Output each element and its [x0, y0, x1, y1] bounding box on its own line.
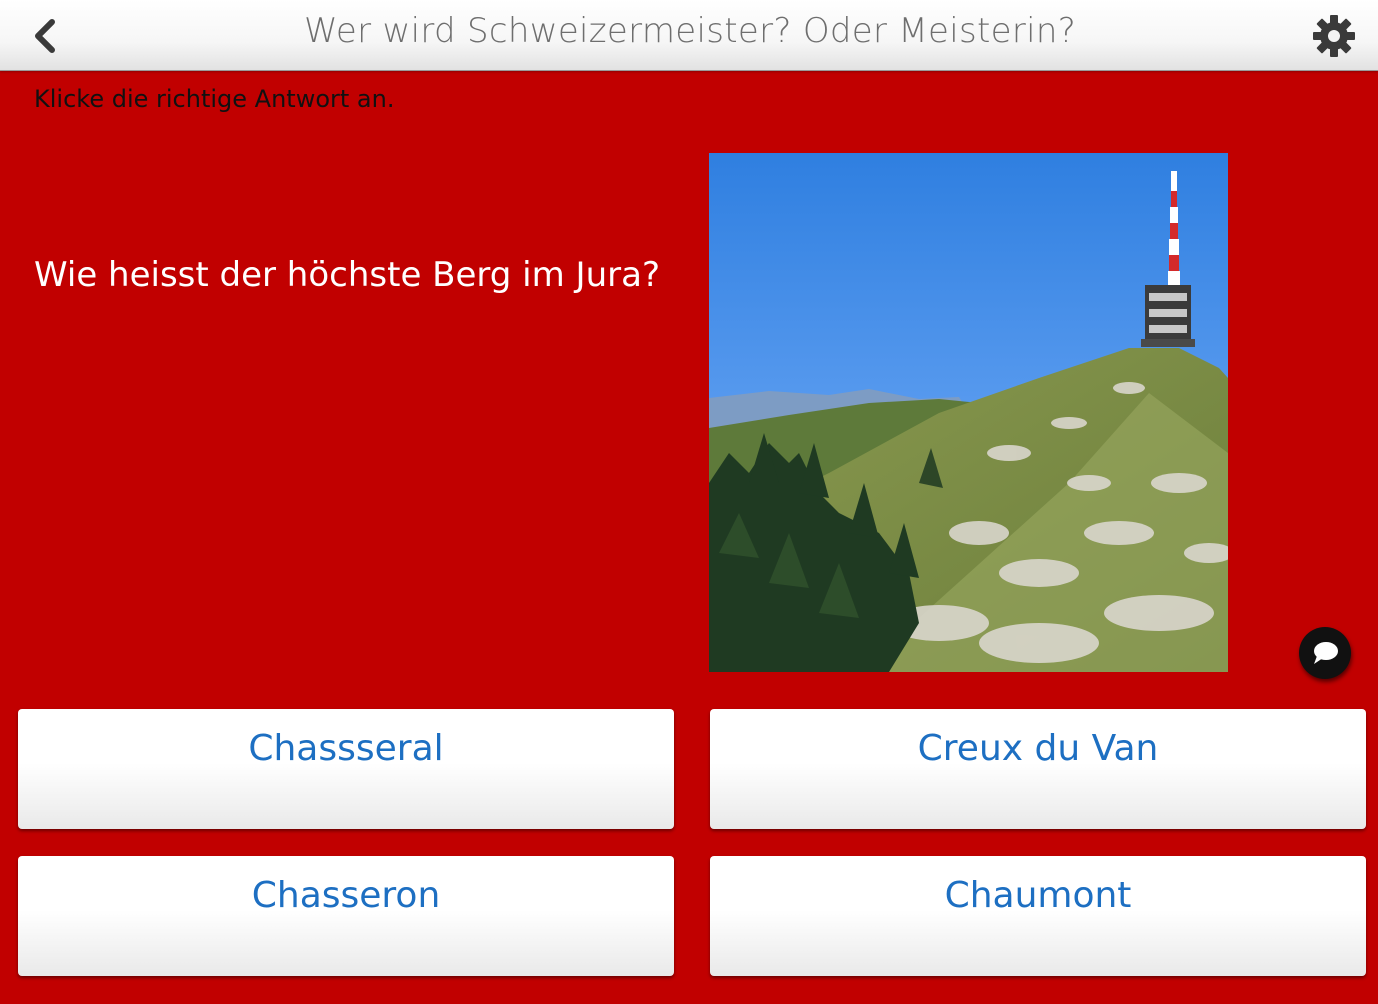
comment-button[interactable]: [1299, 627, 1351, 679]
answer-button-3[interactable]: Chasseron: [18, 856, 674, 976]
back-button[interactable]: [26, 14, 70, 58]
answer-button-2[interactable]: Creux du Van: [710, 709, 1366, 829]
answer-label: Chasseron: [251, 875, 441, 916]
chevron-left-icon: [35, 19, 55, 53]
gear-icon: [1313, 15, 1355, 57]
page-title: Wer wird Schweizermeister? Oder Meisteri…: [303, 11, 1077, 51]
answer-label: Chaumont: [944, 875, 1132, 916]
question-text: Wie heisst der höchste Berg im Jura?: [34, 255, 660, 295]
answer-button-1[interactable]: Chassseral: [18, 709, 674, 829]
settings-button[interactable]: [1310, 12, 1358, 60]
speech-bubble-icon: [1314, 642, 1338, 664]
answer-button-4[interactable]: Chaumont: [710, 856, 1366, 976]
top-bar: Wer wird Schweizermeister? Oder Meisteri…: [0, 0, 1378, 71]
answer-label: Chassseral: [248, 728, 444, 769]
question-image: [709, 153, 1228, 672]
instruction-text: Klicke die richtige Antwort an.: [34, 85, 395, 113]
answer-label: Creux du Van: [917, 728, 1159, 769]
